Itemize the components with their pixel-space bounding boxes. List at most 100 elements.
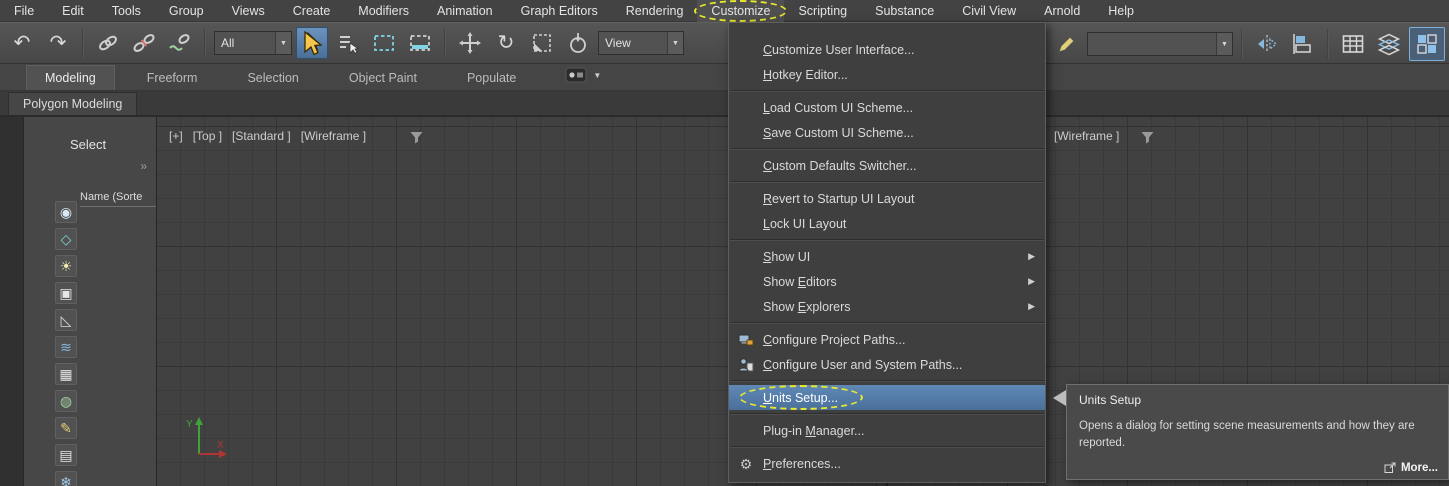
menu-item-revert-to-startup-ui-layout[interactable]: Revert to Startup UI Layout: [729, 186, 1045, 211]
user-paths-icon: [737, 356, 755, 374]
ribbon-panel-select-label[interactable]: Select: [70, 137, 106, 152]
selection-filter-dropdown[interactable]: All ▼: [214, 31, 292, 55]
ribbon-options-icon[interactable]: [564, 64, 588, 86]
viewport-label-segment[interactable]: [+]: [169, 129, 183, 143]
select-and-scale-button[interactable]: [526, 27, 558, 59]
menu-item-label: Custom Defaults Switcher...: [763, 158, 917, 173]
menubar-item-scripting[interactable]: Scripting: [784, 0, 861, 22]
configure-columns-icon[interactable]: ▤: [55, 444, 77, 466]
named-selection-sets-dropdown[interactable]: ▼: [1087, 32, 1233, 56]
select-and-rotate-button[interactable]: ↻: [490, 27, 522, 59]
toggle-layer-explorer-button[interactable]: [1373, 28, 1405, 60]
edit-named-selection-sets-button[interactable]: [1051, 28, 1083, 60]
menubar-item-tools[interactable]: Tools: [98, 0, 155, 22]
window-crossing-button[interactable]: [404, 27, 436, 59]
select-and-place-button[interactable]: [562, 27, 594, 59]
menubar-item-civil-view[interactable]: Civil View: [948, 0, 1030, 22]
panel-expand-chevrons[interactable]: »: [140, 159, 148, 173]
menu-item-show-editors[interactable]: Show Editors ▶: [729, 269, 1045, 294]
menu-item-icon-slot: [737, 215, 755, 233]
rectangular-selection-button[interactable]: [368, 27, 400, 59]
viewport-filter-icon[interactable]: [1140, 130, 1155, 145]
redo-button[interactable]: ↷: [42, 27, 74, 59]
menubar-item-help[interactable]: Help: [1094, 0, 1148, 22]
menu-item-show-ui[interactable]: Show UI ▶: [729, 244, 1045, 269]
menu-item-save-custom-ui-scheme[interactable]: Save Custom UI Scheme...: [729, 120, 1045, 145]
ribbon-tab-selection[interactable]: Selection: [229, 66, 316, 90]
tooltip-title: Units Setup: [1079, 393, 1142, 407]
menubar-item-substance[interactable]: Substance: [861, 0, 948, 22]
select-cursor-icon: [307, 31, 321, 52]
unlink-selection-button[interactable]: [128, 27, 160, 59]
reference-coordinate-dropdown[interactable]: View ▼: [598, 31, 684, 55]
ribbon-tab-object-paint[interactable]: Object Paint: [331, 66, 435, 90]
select-and-move-button[interactable]: [454, 27, 486, 59]
menubar-item-animation[interactable]: Animation: [423, 0, 507, 22]
layer-explorer-icon: [1377, 33, 1401, 56]
toggle-ribbon-button[interactable]: [1409, 27, 1445, 61]
select-and-link-button[interactable]: [92, 27, 124, 59]
gear-icon: ⚙: [739, 455, 753, 472]
bind-to-space-warp-button[interactable]: [164, 27, 196, 59]
ribbon-tab-modeling[interactable]: Modeling: [26, 65, 115, 90]
lock-cell-editing-icon[interactable]: ✎: [55, 417, 77, 439]
menu-item-custom-defaults-switcher[interactable]: Custom Defaults Switcher...: [729, 153, 1045, 178]
display-helpers-icon[interactable]: ◺: [55, 309, 77, 331]
tab-polygon-modeling[interactable]: Polygon Modeling: [8, 92, 138, 115]
viewport-label-segment[interactable]: [Standard ]: [232, 129, 291, 143]
menubar-item-customize[interactable]: Customize: [694, 0, 788, 22]
ribbon-tab-populate[interactable]: Populate: [449, 66, 534, 90]
menu-item-hotkey-editor[interactable]: Hotkey Editor...: [729, 62, 1045, 87]
menubar-item-modifiers[interactable]: Modifiers: [344, 0, 423, 22]
align-button[interactable]: [1287, 28, 1319, 60]
menu-item-configure-user-and-system-paths[interactable]: Configure User and System Paths...: [729, 352, 1045, 377]
menubar-item-edit[interactable]: Edit: [48, 0, 98, 22]
chevron-down-icon[interactable]: ▼: [593, 71, 601, 80]
display-shapes-icon[interactable]: ◇: [55, 228, 77, 250]
explorer-name-column-header[interactable]: Name (Sorte: [80, 191, 156, 207]
display-influences-icon[interactable]: ◉: [55, 201, 77, 223]
chevron-down-icon[interactable]: ▼: [275, 32, 291, 54]
chevron-down-icon[interactable]: ▼: [667, 32, 683, 54]
select-by-name-button[interactable]: [332, 27, 364, 59]
menu-item-plug-in-manager[interactable]: Plug-in Manager...: [729, 418, 1045, 443]
menu-item-icon-slot: [737, 41, 755, 59]
mirror-button[interactable]: [1251, 28, 1283, 60]
menu-item-label: Show UI: [763, 249, 811, 264]
viewport-label-segment[interactable]: [Wireframe ]: [1054, 129, 1119, 143]
menu-item-configure-project-paths[interactable]: Configure Project Paths...: [729, 327, 1045, 352]
viewport-label-segment[interactable]: [Top ]: [193, 129, 222, 143]
menu-item-show-explorers[interactable]: Show Explorers ▶: [729, 294, 1045, 319]
menu-item-lock-ui-layout[interactable]: Lock UI Layout: [729, 211, 1045, 236]
viewport-filter-icon[interactable]: [409, 130, 424, 145]
display-lights-icon[interactable]: ☀: [55, 255, 77, 277]
menu-item-label: Show Explorers: [763, 299, 851, 314]
display-spacewarps-icon[interactable]: ≋: [55, 336, 77, 358]
undo-button[interactable]: ↶: [6, 27, 38, 59]
menu-item-customize-user-interface[interactable]: Customize User Interface...: [729, 37, 1045, 62]
display-geometry-icon[interactable]: ▦: [55, 363, 77, 385]
viewport-label-segment[interactable]: [Wireframe ]: [301, 129, 366, 143]
display-cameras-icon[interactable]: ▣: [55, 282, 77, 304]
redo-icon: ↷: [49, 32, 67, 54]
tooltip-more-link[interactable]: More...: [1384, 462, 1438, 474]
chevron-down-icon[interactable]: ▼: [1216, 33, 1232, 55]
display-frozen-icon[interactable]: ❄: [55, 471, 77, 486]
ribbon-tab-freeform[interactable]: Freeform: [129, 66, 216, 90]
display-bones-icon[interactable]: ◍: [55, 390, 77, 412]
menubar-item-arnold[interactable]: Arnold: [1030, 0, 1094, 22]
menu-item-units-setup[interactable]: Units Setup...: [729, 385, 1045, 410]
menubar-item-file[interactable]: File: [0, 0, 48, 22]
menu-item-load-custom-ui-scheme[interactable]: Load Custom UI Scheme...: [729, 95, 1045, 120]
menubar-item-group[interactable]: Group: [155, 0, 218, 22]
toggle-scene-explorer-button[interactable]: [1337, 28, 1369, 60]
menubar-item-rendering[interactable]: Rendering: [612, 0, 698, 22]
menu-item-preferences[interactable]: ⚙ Preferences...: [729, 451, 1045, 476]
menu-item-label: Configure User and System Paths...: [763, 357, 963, 372]
select-object-button[interactable]: [296, 27, 328, 59]
menubar-item-create[interactable]: Create: [279, 0, 345, 22]
reference-coordinate-value: View: [605, 36, 631, 50]
menubar-item-views[interactable]: Views: [218, 0, 279, 22]
menu-item-icon-slot: [737, 124, 755, 142]
menubar-item-graph-editors[interactable]: Graph Editors: [507, 0, 612, 22]
